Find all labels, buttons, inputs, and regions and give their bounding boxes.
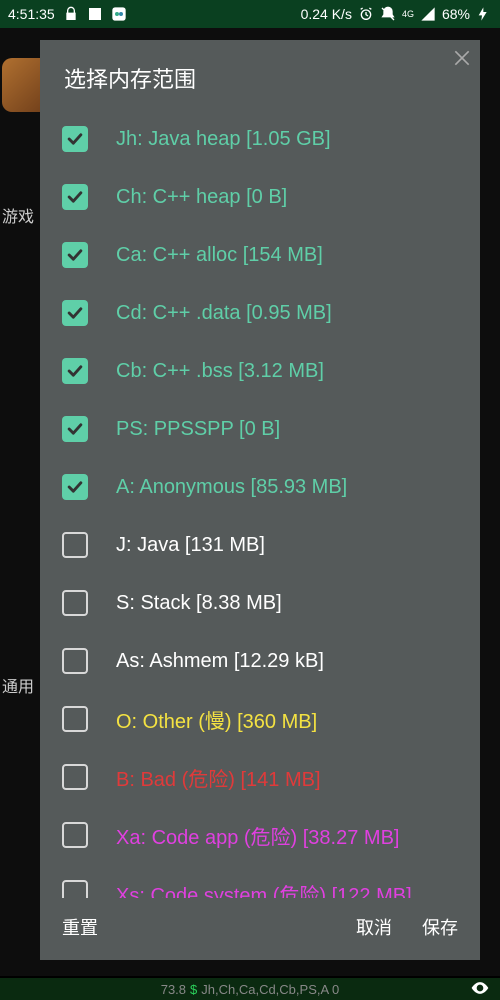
- memory-range-row[interactable]: O: Other (慢) [360 MB]: [62, 690, 480, 748]
- memory-range-label: Jh: Java heap [1.05 GB]: [116, 128, 331, 151]
- memory-range-label: PS: PPSSPP [0 B]: [116, 418, 280, 441]
- memory-range-row[interactable]: Cb: C++ .bss [3.12 MB]: [62, 342, 480, 400]
- signal-icon: [420, 6, 436, 22]
- checkbox[interactable]: [62, 590, 88, 616]
- checkbox[interactable]: [62, 764, 88, 790]
- checkbox[interactable]: [62, 474, 88, 500]
- memory-range-dialog: 选择内存范围 Jh: Java heap [1.05 GB] Ch: C++ he…: [40, 40, 480, 960]
- checkbox[interactable]: [62, 822, 88, 848]
- checkbox[interactable]: [62, 648, 88, 674]
- memory-range-row[interactable]: A: Anonymous [85.93 MB]: [62, 458, 480, 516]
- memory-range-row[interactable]: Cd: C++ .data [0.95 MB]: [62, 284, 480, 342]
- checkbox[interactable]: [62, 242, 88, 268]
- memory-range-label: B: Bad (危险) [141 MB]: [116, 763, 321, 792]
- memory-range-label: Cd: C++ .data [0.95 MB]: [116, 302, 332, 325]
- memory-range-row[interactable]: PS: PPSSPP [0 B]: [62, 400, 480, 458]
- bg-tab-general: 通用: [2, 673, 34, 697]
- memory-range-row[interactable]: B: Bad (危险) [141 MB]: [62, 748, 480, 806]
- status-battery-pct: 68%: [442, 6, 470, 22]
- status-time: 4:51:35: [8, 6, 55, 22]
- memory-range-label: A: Anonymous [85.93 MB]: [116, 476, 347, 499]
- memory-range-label: S: Stack [8.38 MB]: [116, 592, 282, 615]
- memory-range-label: J: Java [131 MB]: [116, 534, 265, 557]
- memory-range-label: Ca: C++ alloc [154 MB]: [116, 244, 323, 267]
- memory-range-row[interactable]: Jh: Java heap [1.05 GB]: [62, 110, 480, 168]
- memory-range-row[interactable]: S: Stack [8.38 MB]: [62, 574, 480, 632]
- checkbox[interactable]: [62, 416, 88, 442]
- memory-range-row[interactable]: Ch: C++ heap [0 B]: [62, 168, 480, 226]
- cancel-button[interactable]: 取消: [356, 914, 392, 940]
- memory-range-label: Ch: C++ heap [0 B]: [116, 186, 287, 209]
- checkbox[interactable]: [62, 706, 88, 732]
- dialog-button-bar: 重置 取消 保存: [40, 898, 480, 960]
- app-icon-small: [111, 6, 127, 22]
- memory-range-label: As: Ashmem [12.29 kB]: [116, 650, 324, 673]
- checkbox[interactable]: [62, 184, 88, 210]
- footer-number: 73.8: [161, 982, 186, 997]
- lock-icon: [63, 6, 79, 22]
- memory-range-label: Xa: Code app (危险) [38.27 MB]: [116, 821, 399, 850]
- dollar-icon: $: [190, 982, 197, 997]
- footer-status-bar: 73.8 $ Jh,Ch,Ca,Cd,Cb,PS,A 0: [0, 978, 500, 1000]
- close-icon[interactable]: [452, 48, 472, 74]
- memory-range-row[interactable]: Ca: C++ alloc [154 MB]: [62, 226, 480, 284]
- memory-range-list: Jh: Java heap [1.05 GB] Ch: C++ heap [0 B…: [40, 110, 480, 898]
- checkbox[interactable]: [62, 358, 88, 384]
- checkbox[interactable]: [62, 126, 88, 152]
- memory-range-label: O: Other (慢) [360 MB]: [116, 705, 317, 734]
- eye-icon[interactable]: [470, 978, 490, 1000]
- memory-range-row[interactable]: Xs: Code system (危险) [122 MB]: [62, 864, 480, 898]
- save-button[interactable]: 保存: [422, 914, 458, 940]
- memory-range-row[interactable]: As: Ashmem [12.29 kB]: [62, 632, 480, 690]
- checkbox[interactable]: [62, 532, 88, 558]
- footer-regions: Jh,Ch,Ca,Cd,Cb,PS,A 0: [201, 982, 339, 997]
- image-icon: [87, 6, 103, 22]
- alarm-icon: [358, 6, 374, 22]
- bell-off-icon: [380, 6, 396, 22]
- status-net-speed: 0.24 K/s: [301, 6, 352, 22]
- network-type: 4G: [402, 10, 414, 19]
- checkbox[interactable]: [62, 880, 88, 898]
- bg-tab-games: 游戏: [2, 203, 34, 227]
- dialog-title: 选择内存范围: [40, 40, 480, 110]
- status-bar: 4:51:35 0.24 K/s 4G 68%: [0, 0, 500, 28]
- memory-range-label: Xs: Code system (危险) [122 MB]: [116, 879, 412, 899]
- memory-range-row[interactable]: Xa: Code app (危险) [38.27 MB]: [62, 806, 480, 864]
- memory-range-row[interactable]: J: Java [131 MB]: [62, 516, 480, 574]
- memory-range-label: Cb: C++ .bss [3.12 MB]: [116, 360, 324, 383]
- reset-button[interactable]: 重置: [62, 914, 98, 940]
- checkbox[interactable]: [62, 300, 88, 326]
- charging-icon: [476, 6, 492, 22]
